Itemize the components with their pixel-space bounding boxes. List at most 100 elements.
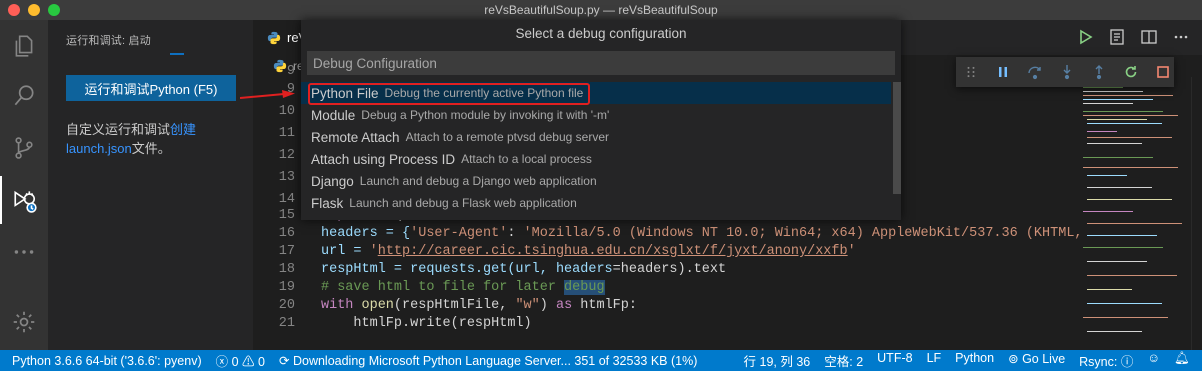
step-into-button[interactable] [1058,63,1076,81]
code-line: 16 headers = {'User-Agent': 'Mozilla/5.0 … [278,226,1180,241]
debug-toolbar [956,57,1174,87]
quick-pick-title: Select a debug configuration [515,25,687,41]
item-description: Launch and debug a Django web applicatio… [359,174,597,188]
play-icon [1080,29,1093,45]
download-status: ⟳ Downloading Microsoft Python Language … [279,354,698,368]
list-item-python-file[interactable]: Python File Debug the currently active P… [301,82,891,105]
list-item-django[interactable]: Django Launch and debug a Django web app… [301,170,891,192]
run-debug-activity[interactable] [0,176,48,224]
item-label: Attach using Process ID [311,151,456,167]
indentation[interactable]: 空格: 2 [817,351,870,370]
sidebar-title: 运行和调试: 启动 [66,35,151,47]
explorer-activity[interactable] [0,22,48,70]
list-item-remote-attach[interactable]: Remote Attach Attach to a remote ptvsd d… [301,126,891,148]
list-item-flask[interactable]: Flask Launch and debug a Flask web appli… [301,192,891,214]
info-icon: ⓘ [1120,355,1134,369]
python-file-icon [267,31,281,44]
error-icon: ⓧ [215,355,229,369]
title-bar: reVsBeautifulSoup.py — reVsBeautifulSoup [0,0,1202,20]
step-out-button[interactable] [1090,63,1108,81]
bell-icon: 🔔︎ [1174,351,1190,365]
sidebar-tab-indicator [170,53,184,55]
code-line: 19 # save html to file for later debug [278,280,605,295]
manage-activity[interactable] [0,298,48,346]
vscode-window: reVsBeautifulSoup.py — reVsBeautifulSoup… [0,0,1202,371]
code-line: 18 respHtml = requests.get(url, headers=h… [278,262,727,277]
item-description: Attach to a remote ptvsd debug server [405,130,610,144]
search-activity[interactable] [0,72,48,120]
step-over-icon [1028,66,1041,80]
debug-configuration-list: Python File Debug the currently active P… [301,82,891,214]
quick-pick-scrollbar[interactable] [893,82,901,194]
minimize-window-button[interactable] [28,4,40,16]
language-mode[interactable]: Python [948,351,1001,370]
window-controls [8,4,60,16]
broadcast-icon: ⊚ [1008,352,1019,366]
sync-spin-icon: ⟳ [279,354,290,368]
highlight-annotation-box [308,83,590,105]
item-label: Django [311,173,354,189]
problems-indicator[interactable]: ⓧ 0 ⚠ 0 [209,351,272,370]
restart-button[interactable] [1122,63,1140,81]
list-item-attach-process[interactable]: Attach using Process ID Attach to a loca… [301,148,891,170]
file-suffix-text: 文件。 [131,141,171,156]
run-debug-sidebar: 运行和调试: 启动 运行和调试Python (F5) 自定义运行和调试创建 lau… [48,20,253,350]
status-bar: Python 3.6.6 64-bit ('3.6.6': pyenv) ⓧ 0… [0,350,1202,371]
source-control-icon [15,137,33,159]
list-item-module[interactable]: Module Debug a Python module by invoking… [301,104,891,126]
ellipsis-icon [14,250,34,254]
python-interpreter[interactable]: Python 3.6.6 64-bit ('3.6.6': pyenv) [0,354,209,368]
item-label: Module [311,107,356,123]
activity-bar [0,20,48,350]
notifications-button[interactable]: 🔔︎ [1167,351,1202,370]
step-into-icon [1063,65,1071,80]
item-description: Attach to a local process [461,152,592,166]
restart-icon [1125,66,1137,78]
minimap[interactable] [1079,77,1189,350]
gripper-icon [967,66,975,78]
more-actions-button[interactable] [1172,28,1190,46]
editor-scrollbar[interactable] [1191,77,1202,350]
step-over-button[interactable] [1026,63,1044,81]
code-line: 17 url = 'http://career.cic.tsinghua.edu.… [278,244,856,259]
open-preview-button[interactable] [1108,28,1126,46]
feedback-icon: ☺ [1147,351,1161,365]
maximize-window-button[interactable] [48,4,60,16]
source-control-activity[interactable] [0,124,48,172]
more-activity[interactable] [0,228,48,276]
drag-handle[interactable] [962,63,980,81]
warning-icon: ⚠ [242,355,255,369]
debug-configuration-quick-pick: Select a debug configuration Python File… [301,20,901,220]
debug-configuration-input[interactable] [307,51,895,75]
ellipsis-icon [1174,35,1188,39]
stop-button[interactable] [1154,63,1172,81]
gear-icon [13,311,35,333]
annotation-arrow-icon [240,90,295,99]
stop-icon [1157,66,1169,78]
cursor-position[interactable]: 行 19, 列 36 [737,351,818,370]
item-label: Remote Attach [311,129,400,145]
step-out-icon [1095,65,1103,80]
window-title: reVsBeautifulSoup.py — reVsBeautifulSoup [484,3,718,17]
pause-button[interactable] [994,63,1012,81]
run-file-button[interactable] [1076,28,1094,46]
debug-icon [14,190,37,213]
end-of-line[interactable]: LF [920,351,949,370]
pause-icon [999,67,1007,77]
files-icon [15,35,33,57]
run-and-debug-button[interactable]: 运行和调试Python (F5) [66,75,236,101]
item-label: Flask [311,195,344,211]
item-description: Debug a Python module by invoking it wit… [361,108,610,122]
go-live-button[interactable]: ⊚ Go Live [1001,351,1072,370]
customize-text: 自定义运行和调试 [66,122,171,137]
split-editor-icon [1141,30,1157,44]
close-window-button[interactable] [8,4,20,16]
feedback-button[interactable]: ☺ [1140,351,1167,370]
rsync-status[interactable]: Rsync: ⓘ [1072,351,1140,370]
encoding[interactable]: UTF-8 [870,351,919,370]
item-description: Launch and debug a Flask web application [349,196,577,210]
code-line: 21 htmlFp.write(respHtml) [278,316,532,331]
search-icon [14,85,34,106]
preview-icon [1110,29,1124,45]
split-editor-button[interactable] [1140,28,1158,46]
